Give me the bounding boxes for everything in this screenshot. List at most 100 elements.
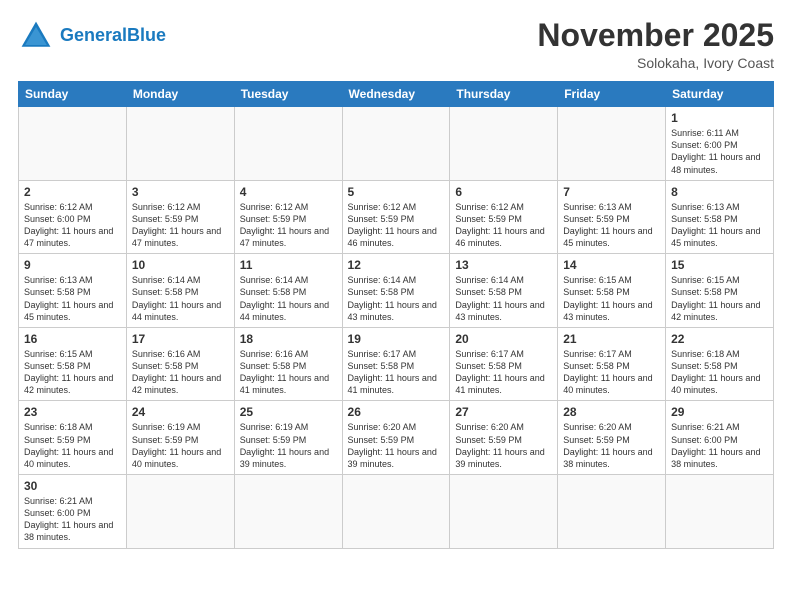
- calendar-day-cell: 6 Sunrise: 6:12 AM Sunset: 5:59 PM Daylig…: [450, 180, 558, 254]
- day-info: Sunrise: 6:16 AM Sunset: 5:58 PM Dayligh…: [132, 348, 229, 397]
- day-number: 28: [563, 405, 660, 419]
- day-number: 25: [240, 405, 337, 419]
- day-info: Sunrise: 6:16 AM Sunset: 5:58 PM Dayligh…: [240, 348, 337, 397]
- logo-blue: Blue: [127, 25, 166, 45]
- logo-general: General: [60, 25, 127, 45]
- calendar-day-cell: 1Sunrise: 6:11 AM Sunset: 6:00 PM Daylig…: [666, 107, 774, 181]
- calendar-day-cell: 16 Sunrise: 6:15 AM Sunset: 5:58 PM Dayli…: [19, 327, 127, 401]
- day-info: Sunrise: 6:13 AM Sunset: 5:59 PM Dayligh…: [563, 201, 660, 250]
- calendar-day-cell: 17 Sunrise: 6:16 AM Sunset: 5:58 PM Dayli…: [126, 327, 234, 401]
- calendar-day-cell: 12 Sunrise: 6:14 AM Sunset: 5:58 PM Dayli…: [342, 254, 450, 328]
- calendar-week-row: 9Sunrise: 6:13 AM Sunset: 5:58 PM Daylig…: [19, 254, 774, 328]
- calendar-day-cell: 25 Sunrise: 6:19 AM Sunset: 5:59 PM Dayli…: [234, 401, 342, 475]
- calendar-day-cell: 23 Sunrise: 6:18 AM Sunset: 5:59 PM Dayli…: [19, 401, 127, 475]
- day-info: Sunrise: 6:18 AM Sunset: 5:59 PM Dayligh…: [24, 421, 121, 470]
- calendar-day-cell: 20Sunrise: 6:17 AM Sunset: 5:58 PM Dayli…: [450, 327, 558, 401]
- calendar-day-cell: 30Sunrise: 6:21 AM Sunset: 6:00 PM Dayli…: [19, 475, 127, 549]
- calendar-day-cell: [126, 475, 234, 549]
- day-number: 10: [132, 258, 229, 272]
- day-info: Sunrise: 6:18 AM Sunset: 5:58 PM Dayligh…: [671, 348, 768, 397]
- day-number: 11: [240, 258, 337, 272]
- day-info: Sunrise: 6:20 AM Sunset: 5:59 PM Dayligh…: [348, 421, 445, 470]
- calendar-week-row: 23 Sunrise: 6:18 AM Sunset: 5:59 PM Dayli…: [19, 401, 774, 475]
- day-info: Sunrise: 6:12 AM Sunset: 5:59 PM Dayligh…: [455, 201, 552, 250]
- calendar-day-header: Thursday: [450, 82, 558, 107]
- calendar-day-cell: 24 Sunrise: 6:19 AM Sunset: 5:59 PM Dayli…: [126, 401, 234, 475]
- calendar-week-row: 1Sunrise: 6:11 AM Sunset: 6:00 PM Daylig…: [19, 107, 774, 181]
- location: Solokaha, Ivory Coast: [537, 55, 774, 71]
- calendar-day-header: Tuesday: [234, 82, 342, 107]
- day-info: Sunrise: 6:21 AM Sunset: 6:00 PM Dayligh…: [24, 495, 121, 544]
- day-info: Sunrise: 6:12 AM Sunset: 5:59 PM Dayligh…: [132, 201, 229, 250]
- calendar-day-cell: 26Sunrise: 6:20 AM Sunset: 5:59 PM Dayli…: [342, 401, 450, 475]
- day-number: 12: [348, 258, 445, 272]
- logo: GeneralBlue: [18, 18, 166, 54]
- calendar-day-header: Saturday: [666, 82, 774, 107]
- day-number: 13: [455, 258, 552, 272]
- day-number: 21: [563, 332, 660, 346]
- day-number: 6: [455, 185, 552, 199]
- day-number: 16: [24, 332, 121, 346]
- day-number: 24: [132, 405, 229, 419]
- day-number: 22: [671, 332, 768, 346]
- calendar-day-cell: 2Sunrise: 6:12 AM Sunset: 6:00 PM Daylig…: [19, 180, 127, 254]
- calendar-day-cell: 19 Sunrise: 6:17 AM Sunset: 5:58 PM Dayli…: [342, 327, 450, 401]
- day-number: 19: [348, 332, 445, 346]
- day-info: Sunrise: 6:14 AM Sunset: 5:58 PM Dayligh…: [132, 274, 229, 323]
- month-title: November 2025: [537, 18, 774, 53]
- page: GeneralBlue November 2025 Solokaha, Ivor…: [0, 0, 792, 612]
- day-info: Sunrise: 6:14 AM Sunset: 5:58 PM Dayligh…: [348, 274, 445, 323]
- day-number: 8: [671, 185, 768, 199]
- calendar-day-cell: [342, 107, 450, 181]
- day-info: Sunrise: 6:19 AM Sunset: 5:59 PM Dayligh…: [240, 421, 337, 470]
- day-number: 20: [455, 332, 552, 346]
- header: GeneralBlue November 2025 Solokaha, Ivor…: [18, 18, 774, 71]
- day-info: Sunrise: 6:17 AM Sunset: 5:58 PM Dayligh…: [348, 348, 445, 397]
- day-info: Sunrise: 6:17 AM Sunset: 5:58 PM Dayligh…: [563, 348, 660, 397]
- day-number: 23: [24, 405, 121, 419]
- day-info: Sunrise: 6:21 AM Sunset: 6:00 PM Dayligh…: [671, 421, 768, 470]
- calendar-day-cell: 3 Sunrise: 6:12 AM Sunset: 5:59 PM Daylig…: [126, 180, 234, 254]
- calendar-day-cell: 13 Sunrise: 6:14 AM Sunset: 5:58 PM Dayli…: [450, 254, 558, 328]
- calendar-day-cell: 18 Sunrise: 6:16 AM Sunset: 5:58 PM Dayli…: [234, 327, 342, 401]
- calendar-day-cell: 29Sunrise: 6:21 AM Sunset: 6:00 PM Dayli…: [666, 401, 774, 475]
- day-number: 18: [240, 332, 337, 346]
- day-info: Sunrise: 6:15 AM Sunset: 5:58 PM Dayligh…: [24, 348, 121, 397]
- logo-icon: [18, 18, 54, 54]
- calendar-day-cell: 28 Sunrise: 6:20 AM Sunset: 5:59 PM Dayli…: [558, 401, 666, 475]
- calendar-day-header: Friday: [558, 82, 666, 107]
- day-number: 2: [24, 185, 121, 199]
- day-number: 3: [132, 185, 229, 199]
- calendar-day-cell: 11Sunrise: 6:14 AM Sunset: 5:58 PM Dayli…: [234, 254, 342, 328]
- calendar-day-cell: [666, 475, 774, 549]
- calendar-table: SundayMondayTuesdayWednesdayThursdayFrid…: [18, 81, 774, 548]
- day-number: 14: [563, 258, 660, 272]
- day-info: Sunrise: 6:11 AM Sunset: 6:00 PM Dayligh…: [671, 127, 768, 176]
- day-info: Sunrise: 6:14 AM Sunset: 5:58 PM Dayligh…: [455, 274, 552, 323]
- calendar-day-cell: 27Sunrise: 6:20 AM Sunset: 5:59 PM Dayli…: [450, 401, 558, 475]
- calendar-day-cell: 9Sunrise: 6:13 AM Sunset: 5:58 PM Daylig…: [19, 254, 127, 328]
- day-info: Sunrise: 6:13 AM Sunset: 5:58 PM Dayligh…: [671, 201, 768, 250]
- day-info: Sunrise: 6:19 AM Sunset: 5:59 PM Dayligh…: [132, 421, 229, 470]
- day-info: Sunrise: 6:13 AM Sunset: 5:58 PM Dayligh…: [24, 274, 121, 323]
- calendar-day-cell: [450, 475, 558, 549]
- calendar-day-header: Sunday: [19, 82, 127, 107]
- calendar-day-cell: [450, 107, 558, 181]
- calendar-day-cell: [342, 475, 450, 549]
- day-number: 4: [240, 185, 337, 199]
- day-info: Sunrise: 6:15 AM Sunset: 5:58 PM Dayligh…: [671, 274, 768, 323]
- calendar-day-cell: 14Sunrise: 6:15 AM Sunset: 5:58 PM Dayli…: [558, 254, 666, 328]
- calendar-day-cell: [234, 475, 342, 549]
- day-info: Sunrise: 6:12 AM Sunset: 5:59 PM Dayligh…: [240, 201, 337, 250]
- calendar-day-cell: [234, 107, 342, 181]
- calendar-day-cell: 22 Sunrise: 6:18 AM Sunset: 5:58 PM Dayli…: [666, 327, 774, 401]
- calendar-day-cell: 5Sunrise: 6:12 AM Sunset: 5:59 PM Daylig…: [342, 180, 450, 254]
- calendar-week-row: 16 Sunrise: 6:15 AM Sunset: 5:58 PM Dayli…: [19, 327, 774, 401]
- calendar-day-cell: [126, 107, 234, 181]
- day-info: Sunrise: 6:20 AM Sunset: 5:59 PM Dayligh…: [563, 421, 660, 470]
- day-number: 7: [563, 185, 660, 199]
- title-block: November 2025 Solokaha, Ivory Coast: [537, 18, 774, 71]
- calendar-day-cell: 7 Sunrise: 6:13 AM Sunset: 5:59 PM Daylig…: [558, 180, 666, 254]
- day-number: 17: [132, 332, 229, 346]
- day-number: 27: [455, 405, 552, 419]
